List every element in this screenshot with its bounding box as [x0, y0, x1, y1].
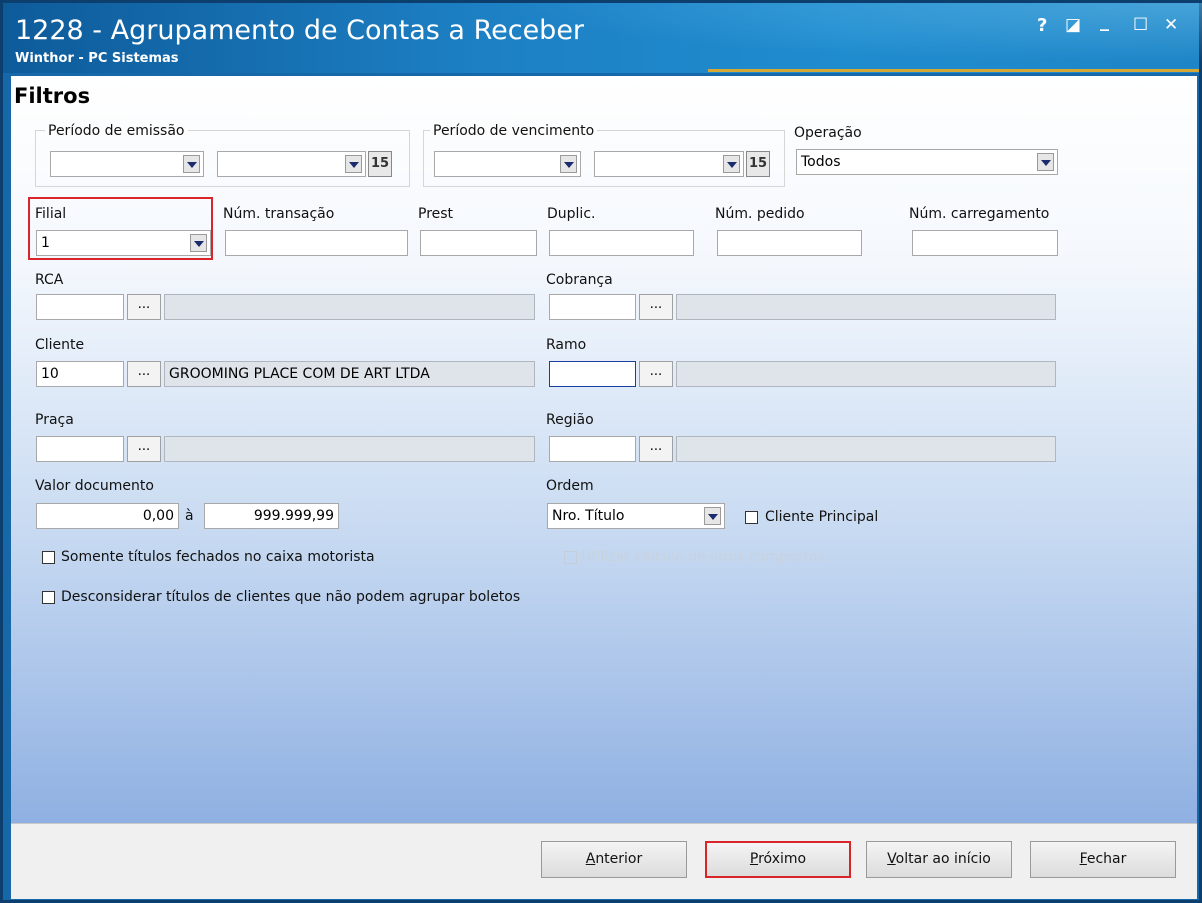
rca-description	[164, 294, 535, 320]
ordem-value: Nro. Título	[552, 508, 625, 524]
window-title: 1228 - Agrupamento de Contas a Receber	[15, 15, 585, 46]
filial-value: 1	[41, 235, 50, 251]
regiao-code-input[interactable]	[549, 436, 636, 462]
cliente-label: Cliente	[35, 337, 85, 353]
chevron-down-icon[interactable]	[560, 155, 577, 173]
cobranca-description	[676, 294, 1056, 320]
help-icon[interactable]: ?	[1037, 15, 1047, 36]
fechar-button[interactable]: Fechar	[1030, 841, 1176, 878]
juros-compostos-label: Utilizar cálculo de juros compostos	[581, 549, 825, 565]
regiao-label: Região	[546, 412, 594, 428]
operacao-select[interactable]: Todos	[796, 149, 1058, 175]
cobranca-code-input[interactable]	[549, 294, 636, 320]
chevron-down-icon[interactable]	[190, 234, 207, 252]
operacao-label: Operação	[794, 125, 862, 141]
calendar-icon[interactable]: 15	[746, 151, 770, 177]
num-pedido-input[interactable]	[717, 230, 862, 256]
periodo-emissao-start[interactable]	[50, 151, 204, 177]
app-window: 1228 - Agrupamento de Contas a Receber W…	[0, 0, 1202, 903]
rca-code-input[interactable]	[36, 294, 124, 320]
accent-line	[708, 69, 1199, 72]
ramo-search-button[interactable]: ...	[639, 361, 673, 387]
valor-documento-label: Valor documento	[35, 478, 154, 494]
ordem-label: Ordem	[546, 478, 594, 494]
regiao-search-button[interactable]: ...	[639, 436, 673, 462]
valor-max-input[interactable]: 999.999,99	[204, 503, 339, 529]
periodo-emissao-label: Período de emissão	[45, 123, 188, 139]
praca-code-input[interactable]	[36, 436, 124, 462]
ramo-description	[676, 361, 1056, 387]
cobranca-search-button[interactable]: ...	[639, 294, 673, 320]
proximo-button[interactable]: Próximo	[705, 841, 851, 878]
num-carregamento-input[interactable]	[912, 230, 1058, 256]
desconsiderar-label: Desconsiderar títulos de clientes que nã…	[61, 589, 521, 605]
maximize-icon[interactable]: ☐	[1133, 15, 1148, 35]
regiao-description	[676, 436, 1056, 462]
num-carregamento-label: Núm. carregamento	[909, 206, 1050, 222]
filter-panel: Filtros Período de emissão 15 Período de…	[11, 76, 1197, 823]
chevron-down-icon[interactable]	[345, 155, 362, 173]
voltar-label: oltar ao início	[895, 851, 991, 867]
chevron-down-icon[interactable]	[1037, 153, 1054, 171]
filial-label: Filial	[35, 206, 67, 222]
proximo-label: róximo	[758, 851, 807, 867]
periodo-emissao-end[interactable]	[217, 151, 366, 177]
prest-input[interactable]	[420, 230, 537, 256]
button-bar: Anterior Próximo Voltar ao início Fechar	[11, 823, 1197, 899]
num-transacao-label: Núm. transação	[223, 206, 335, 222]
anterior-button[interactable]: Anterior	[541, 841, 687, 878]
fechar-mnemonic: F	[1079, 851, 1087, 867]
anterior-mnemonic: A	[585, 851, 596, 867]
num-transacao-input[interactable]	[225, 230, 408, 256]
anterior-label: nterior	[595, 851, 643, 867]
voltar-mnemonic: V	[887, 851, 896, 867]
voltar-inicio-button[interactable]: Voltar ao início	[866, 841, 1012, 878]
valor-range-separator: à	[185, 508, 194, 524]
chevron-down-icon[interactable]	[704, 507, 721, 525]
operacao-value: Todos	[801, 154, 841, 170]
filial-select[interactable]: 1	[36, 230, 211, 256]
somente-fechados-label: Somente títulos fechados no caixa motori…	[61, 549, 375, 565]
duplic-label: Duplic.	[547, 206, 596, 222]
num-pedido-label: Núm. pedido	[715, 206, 805, 222]
cobranca-label: Cobrança	[546, 272, 613, 288]
valor-min-input[interactable]: 0,00	[36, 503, 179, 529]
cliente-search-button[interactable]: ...	[127, 361, 161, 387]
ramo-label: Ramo	[546, 337, 587, 353]
chevron-down-icon[interactable]	[183, 155, 200, 173]
praca-label: Praça	[35, 412, 74, 428]
fechar-label: echar	[1086, 851, 1127, 867]
periodo-vencimento-label: Período de vencimento	[430, 123, 598, 139]
praca-description	[164, 436, 535, 462]
rca-search-button[interactable]: ...	[127, 294, 161, 320]
chevron-down-icon[interactable]	[723, 155, 740, 173]
title-bar: 1228 - Agrupamento de Contas a Receber W…	[3, 3, 1202, 73]
ordem-select[interactable]: Nro. Título	[547, 503, 725, 529]
periodo-vencimento-end[interactable]	[594, 151, 744, 177]
juros-compostos-checkbox	[564, 551, 577, 564]
restore-icon[interactable]: ◪	[1065, 15, 1081, 35]
cliente-principal-label: Cliente Principal	[765, 509, 879, 525]
cliente-code-input[interactable]: 10	[36, 361, 124, 387]
page-title: Filtros	[14, 84, 91, 108]
close-icon[interactable]: ✕	[1164, 15, 1178, 35]
minimize-icon[interactable]: _	[1100, 11, 1109, 32]
cliente-principal-checkbox[interactable]	[745, 511, 758, 524]
ramo-code-input[interactable]	[549, 361, 636, 387]
periodo-vencimento-start[interactable]	[434, 151, 581, 177]
calendar-icon[interactable]: 15	[368, 151, 392, 177]
prest-label: Prest	[418, 206, 454, 222]
proximo-mnemonic: P	[749, 851, 759, 867]
somente-fechados-checkbox[interactable]	[42, 551, 55, 564]
praca-search-button[interactable]: ...	[127, 436, 161, 462]
desconsiderar-checkbox[interactable]	[42, 591, 55, 604]
cliente-description: GROOMING PLACE COM DE ART LTDA	[164, 361, 535, 387]
duplic-input[interactable]	[549, 230, 694, 256]
rca-label: RCA	[35, 272, 64, 288]
window-subtitle: Winthor - PC Sistemas	[15, 51, 179, 66]
